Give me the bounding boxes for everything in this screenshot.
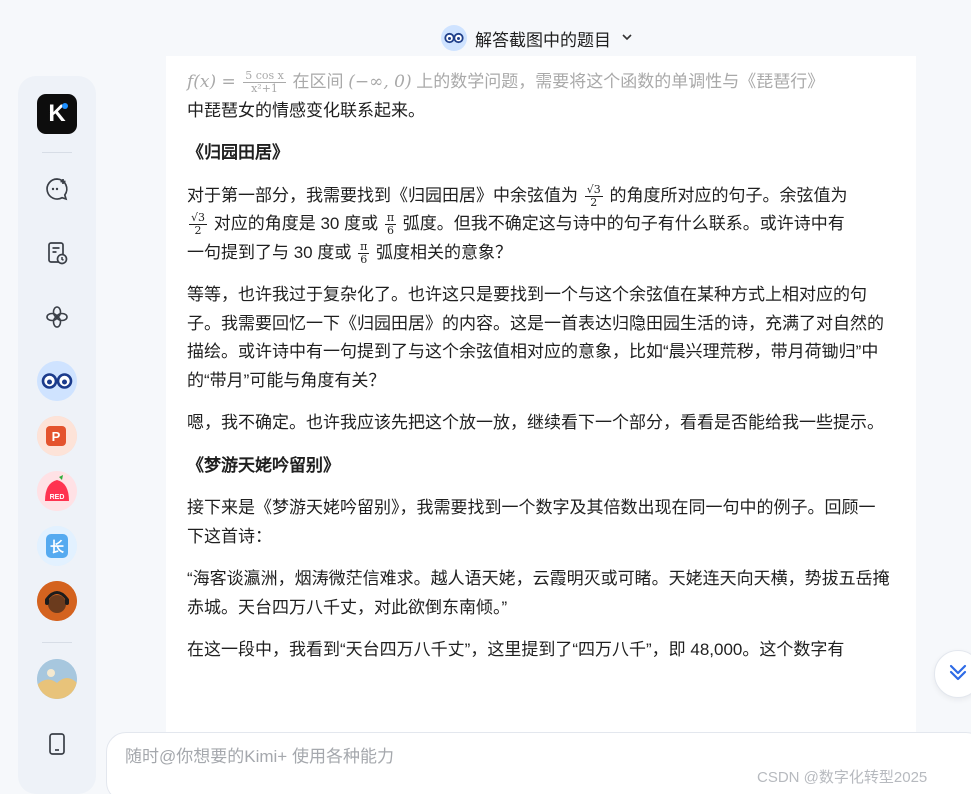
explore-icon[interactable]: [37, 297, 77, 337]
svg-text:P: P: [52, 429, 61, 444]
fraction-denominator: x²+1: [251, 82, 278, 96]
profile-avatar[interactable]: [37, 659, 77, 699]
intro-text-3: 中琵琶女的情感变化联系起来。: [187, 100, 425, 120]
fraction-denominator: 6: [360, 252, 368, 266]
scroll-to-bottom-button[interactable]: [934, 650, 971, 698]
paragraph-2: 等等，也许我过于复杂化了。也许这只是要找到一个与这个余弦值在某种方式上相对应的句…: [187, 285, 884, 390]
history-icon[interactable]: [37, 233, 77, 273]
ppt-app-avatar[interactable]: P: [37, 416, 77, 456]
sidebar-divider-2: [42, 642, 72, 643]
text-span: 对于第一部分，我需要找到《归园田居》中余弦值为: [187, 185, 583, 205]
double-chevron-down-icon: [947, 661, 969, 688]
text-span: 弧度。但我不确定这与诗中的句子有什么联系。或许诗中有: [398, 214, 845, 233]
mobile-icon[interactable]: [37, 724, 77, 764]
logo-dot: [62, 103, 68, 109]
glasses-avatar-icon: [441, 25, 467, 51]
kimi-logo[interactable]: K: [37, 94, 77, 134]
chevron-down-icon: [621, 31, 633, 46]
sidebar-divider: [42, 152, 72, 153]
poem-quote: “海客谈瀛洲，烟涛微茫信难求。越人语天姥，云霞明灭或可睹。天姥连天向天横，势拔五…: [187, 569, 890, 617]
sidebar: K P RED 长: [18, 76, 96, 794]
chat-input[interactable]: [125, 745, 725, 769]
pi-over-6-fraction: π6: [384, 212, 397, 238]
intro-text: 在区间: [287, 72, 349, 91]
conversation-title: 解答截图中的题目: [475, 30, 611, 50]
intro-text-2: 上的数学问题，需要将这个函数的单调性与《琵琶行》: [411, 72, 825, 91]
fraction-denominator: 2: [590, 195, 598, 209]
interval-text: (−∞, 0): [348, 72, 412, 92]
intro-formula: f(x) =: [187, 72, 242, 92]
text-span: 弧度相关的意象？: [371, 242, 513, 262]
sqrt3-over-2-fraction: √3 2: [584, 182, 603, 209]
text-span: 对应的角度是 30 度或: [209, 214, 383, 233]
conversation-title-dropdown[interactable]: 解答截图中的题目: [441, 24, 633, 52]
intro-paragraph: f(x) = 5 cos x x²+1 在区间 (−∞, 0) 上的数学问题，需要…: [187, 68, 892, 125]
paragraph-6: 在这一段中，我看到“天台四万八千丈”，这里提到了“四万八千”，即 48,000。…: [187, 640, 845, 659]
glasses-app-avatar[interactable]: [37, 361, 77, 401]
fraction-denominator: 6: [386, 224, 394, 238]
fraction-numerator: π: [358, 239, 370, 254]
long-text-app-avatar[interactable]: 长: [37, 526, 77, 566]
fraction-denominator: 2: [194, 224, 202, 238]
red-app-avatar[interactable]: RED: [37, 471, 77, 511]
svg-text:长: 长: [50, 539, 65, 556]
paragraph-3: 嗯，我不确定。也许我应该先把这个放一放，继续看下一个部分，看看是否能给我一些提示…: [187, 413, 884, 432]
pi-over-6-fraction: π6: [358, 239, 370, 266]
chat-content: f(x) = 5 cos x x²+1 在区间 (−∞, 0) 上的数学问题，需要…: [166, 56, 916, 736]
svg-text:RED: RED: [50, 494, 65, 501]
text-span: 的角度所对应的句子。余弦值为: [604, 185, 848, 205]
assistant-message: f(x) = 5 cos x x²+1 在区间 (−∞, 0) 上的数学问题，需要…: [187, 68, 892, 679]
text-span: 一句提到了与 30 度或: [187, 242, 357, 262]
intro-fraction: 5 cos x x²+1: [243, 70, 286, 95]
watermark: CSDN @数字化转型2025: [757, 769, 928, 786]
paragraph-4: 接下来是《梦游天姥吟留别》，我需要找到一个数字及其倍数出现在同一句中的例子。回顾…: [187, 498, 876, 546]
section-heading: 《梦游天姥吟留别》: [187, 455, 340, 475]
music-app-avatar[interactable]: [37, 581, 77, 621]
sqrt3-over-2-fraction: √3 2: [189, 212, 208, 238]
section-heading: 《归园田居》: [187, 143, 289, 162]
fraction-numerator: √3: [584, 182, 603, 197]
new-chat-icon[interactable]: [37, 169, 77, 209]
paragraph-1: 对于第一部分，我需要找到《归园田居》中余弦值为 √3 2 的角度所对应的句子。余弦…: [187, 182, 892, 268]
